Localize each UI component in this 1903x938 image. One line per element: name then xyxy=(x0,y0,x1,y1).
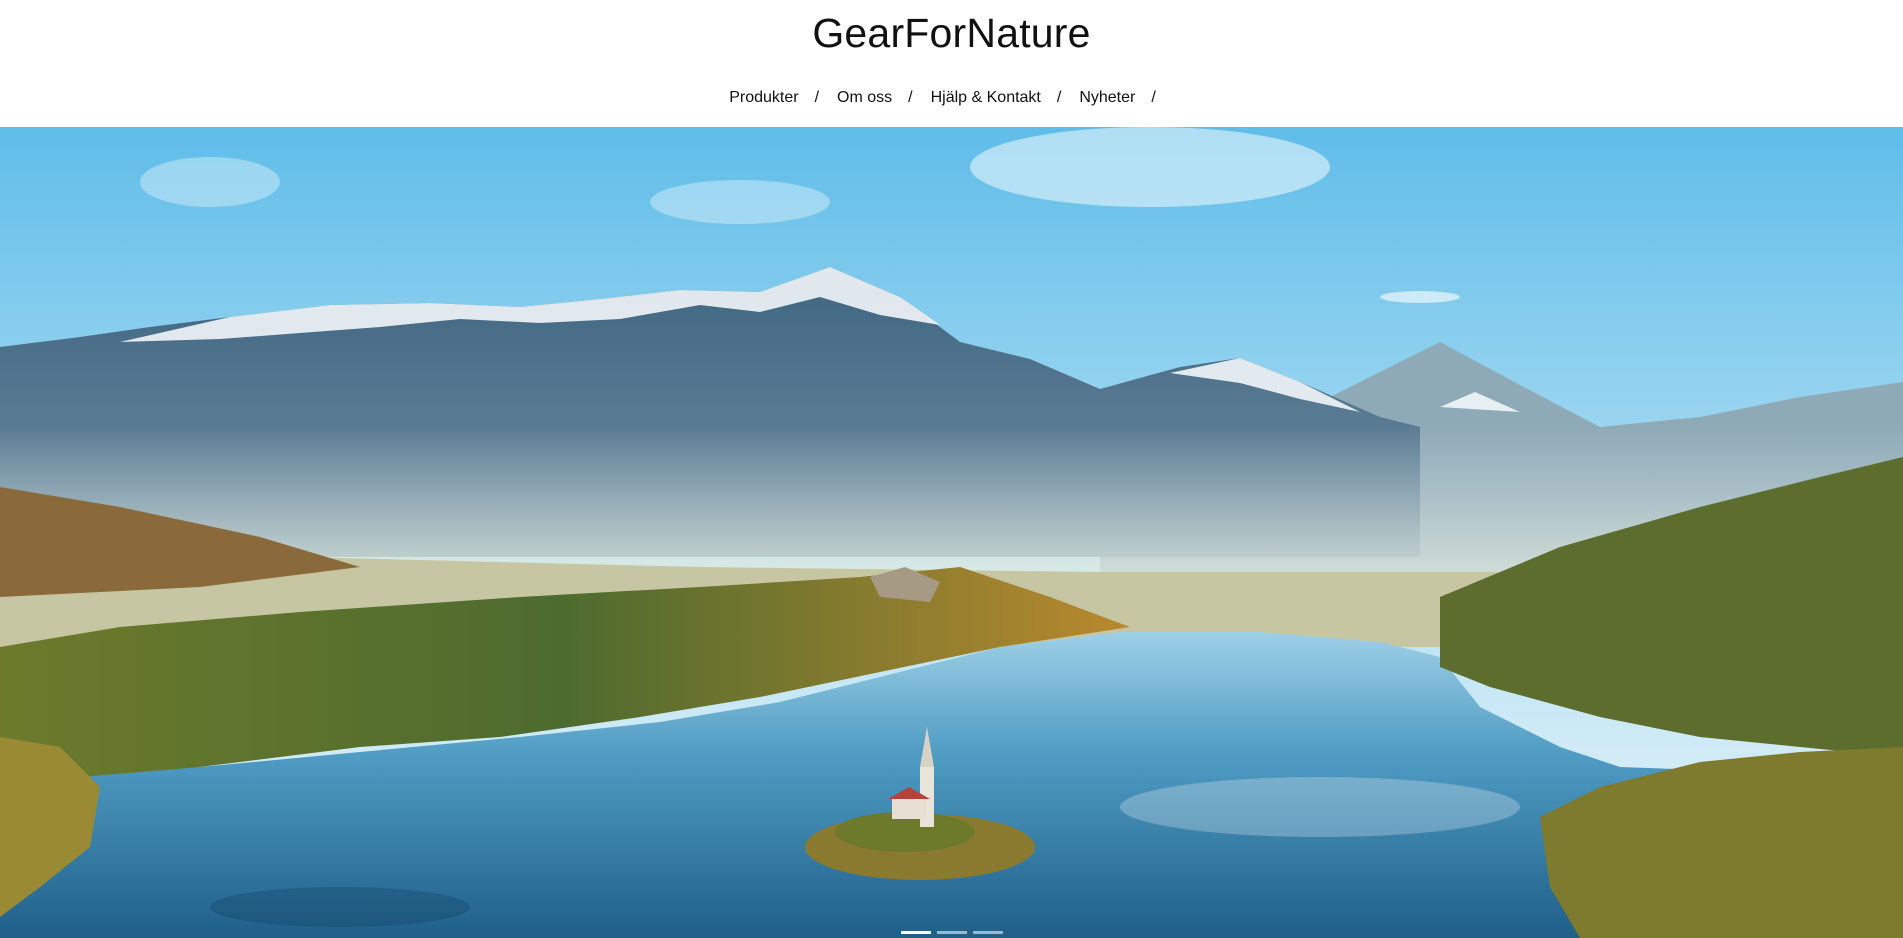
nav-separator: / xyxy=(908,89,913,106)
nav-item-hjalp-kontakt: Hjälp & Kontakt / xyxy=(931,89,1080,107)
hero-landscape-image xyxy=(0,127,1903,938)
nav-link-nyheter[interactable]: Nyheter xyxy=(1079,89,1135,107)
carousel-dot-3[interactable] xyxy=(972,931,1003,934)
nav-link-produkter[interactable]: Produkter xyxy=(729,89,798,107)
carousel-dot-1[interactable] xyxy=(900,931,931,934)
nav-link-hjalp-kontakt[interactable]: Hjälp & Kontakt xyxy=(931,89,1041,107)
nav-separator: / xyxy=(814,89,820,106)
nav-item-produkter: Produkter / xyxy=(729,89,837,107)
carousel-dot-2[interactable] xyxy=(936,931,967,934)
nav-separator: / xyxy=(1056,89,1062,106)
hero-banner xyxy=(0,127,1903,938)
nav-item-om-oss: Om oss / xyxy=(837,89,931,107)
main-nav: Produkter / Om oss / Hjälp & Kontakt / N… xyxy=(0,89,1903,107)
site-title[interactable]: GearForNature xyxy=(0,10,1903,57)
nav-link-om-oss[interactable]: Om oss xyxy=(837,89,892,107)
carousel-indicators xyxy=(0,931,1903,934)
nav-separator: / xyxy=(1151,89,1156,106)
nav-item-nyheter: Nyheter / xyxy=(1079,89,1173,107)
site-header: GearForNature Produkter / Om oss / Hjälp… xyxy=(0,0,1903,127)
